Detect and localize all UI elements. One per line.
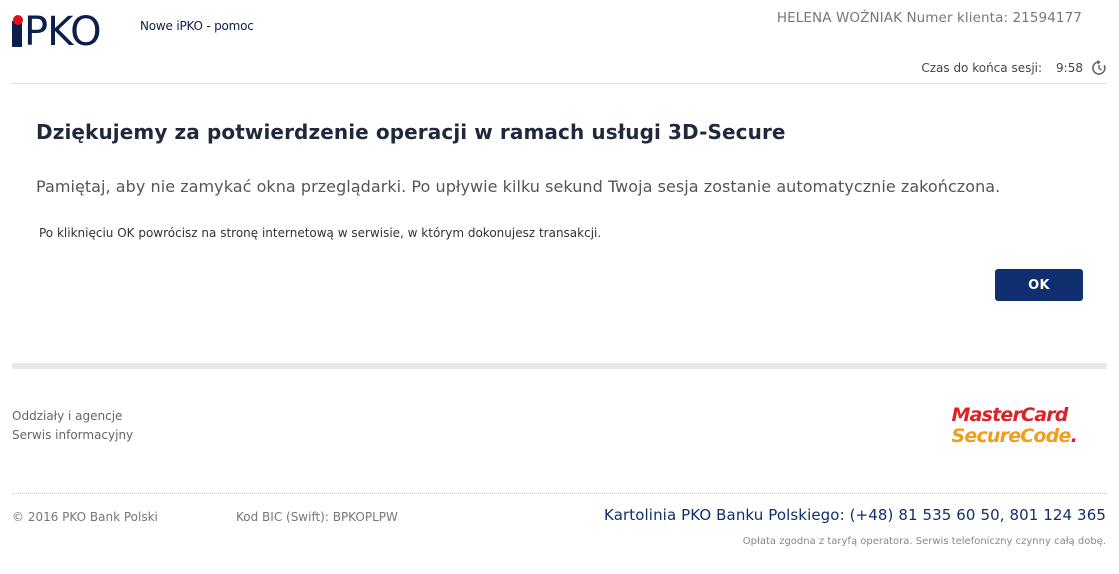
confirmation-title: Dziękujemy za potwierdzenie operacji w r… [36,120,786,144]
securecode-logo-bottom-text: SecureCode [951,425,1071,447]
return-note: Po kliknięciu OK powrócisz na stronę int… [39,226,602,240]
page: PKO Nowe iPKO - pomoc HELENA WOŹNIAK Num… [0,0,1119,574]
hotline-note: Opłata zgodna z taryfą operatora. Serwis… [742,536,1106,547]
footer-divider [12,493,1107,494]
header-divider [12,83,1107,84]
session-label: Czas do końca sesji: [921,61,1043,75]
copyright: © 2016 PKO Bank Polski [12,510,158,524]
logo-i-glyph [12,10,24,54]
ipko-logo[interactable]: PKO [12,9,102,55]
session-warning: Pamiętaj, aby nie zamykać okna przegląda… [36,177,1001,196]
timer-icon[interactable] [1091,60,1107,76]
securecode-dot: . [1070,425,1078,447]
logo-text: PKO [24,9,102,55]
info-service-link[interactable]: Serwis informacyjny [12,426,133,445]
user-info: HELENA WOŹNIAK Numer klienta: 21594177 [776,10,1082,26]
session-time: 9:58 [1056,61,1083,75]
content-divider [12,363,1107,369]
ok-button[interactable]: OK [995,269,1083,301]
footer-links: Oddziały i agencje Serwis informacyjny [12,407,133,445]
logo-red-dot [13,15,23,25]
mastercard-securecode-logo: MasterCard SecureCode. [951,405,1077,447]
branches-link[interactable]: Oddziały i agencje [12,407,133,426]
securecode-logo-top: MasterCard [951,404,1068,426]
session-timer: Czas do końca sesji: 9:58 [921,60,1107,76]
securecode-logo-bottom: SecureCode. [951,426,1077,447]
hotline: Kartolinia PKO Banku Polskiego: (+48) 81… [604,506,1106,524]
bic-code: Kod BIC (Swift): BPKOPLPW [236,510,398,524]
help-link[interactable]: Nowe iPKO - pomoc [140,19,254,33]
